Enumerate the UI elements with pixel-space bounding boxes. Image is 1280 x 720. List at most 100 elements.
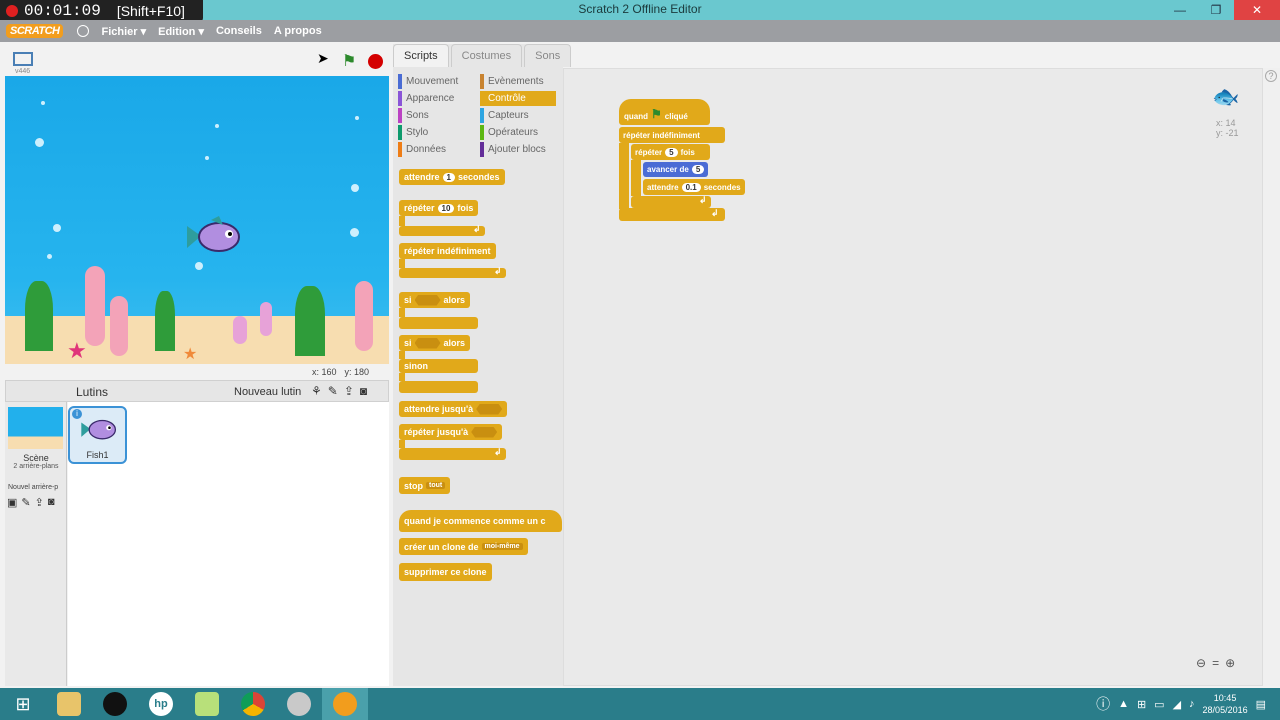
start-button[interactable]: ⊞ [0,688,46,720]
library-backdrop-icon[interactable]: ▣ [7,496,17,509]
hp-icon: hp [149,692,173,716]
fish-sprite[interactable] [185,216,243,256]
script-move[interactable]: avancer de 5 [643,162,709,177]
script-wait[interactable]: attendre 0.1 secondes [643,179,745,195]
taskbar-chrome[interactable] [230,688,276,720]
green-flag-icon: ⚑ [651,107,662,121]
camera-sprite-icon[interactable]: ◙ [360,384,367,398]
paint-sprite-icon[interactable]: ✎ [328,384,338,398]
clock[interactable]: 10:45 28/05/2016 [1203,692,1248,716]
category-apparence[interactable]: Apparence [398,91,474,106]
volume-icon[interactable]: ♪ [1189,698,1195,710]
bubble [351,184,359,192]
category-capteurs[interactable]: Capteurs [480,108,556,123]
zoom-out-icon[interactable]: ⊖ [1196,656,1206,670]
category-controle[interactable]: Contrôle [480,91,556,106]
block-forever[interactable]: répéter indéfiniment [399,243,496,259]
network-icon[interactable]: ⊞ [1137,698,1146,711]
script-forever-mouth [619,143,629,209]
new-sprite-tools: ⚘ ✎ ⇪ ◙ [311,384,367,398]
upload-sprite-icon[interactable]: ⇪ [344,384,354,398]
category-mouvement[interactable]: Mouvement [398,74,474,89]
purple-sponge [260,302,272,336]
script-hat-when-flag[interactable]: quand ⚑ cliqué [619,99,710,125]
help-tray-icon[interactable]: ⓘ [1096,694,1110,714]
upload-backdrop-icon[interactable]: ⇪ [35,496,44,509]
bubble [215,124,219,128]
language-globe-icon[interactable] [77,25,90,37]
block-when-clone-starts[interactable]: quand je commence comme un c [399,510,562,532]
recorder-time: 00:01:09 [24,2,101,20]
notifications-icon[interactable]: ▤ [1256,698,1266,711]
category-evenements[interactable]: Evènements [480,74,556,89]
block-if[interactable]: si alors [399,292,471,308]
tab-scripts[interactable]: Scripts [393,44,449,67]
block-create-clone[interactable]: créer un clone de moi-même [399,538,528,555]
taskbar-media[interactable] [92,688,138,720]
category-donnees[interactable]: Données [398,142,474,157]
minimize-button[interactable]: — [1162,0,1198,20]
stop-button[interactable] [368,54,383,69]
record-icon[interactable] [6,5,18,17]
block-else: sinon [399,359,478,373]
wifi-icon[interactable]: ◢ [1173,698,1181,711]
category-sons[interactable]: Sons [398,108,474,123]
taskbar-folder[interactable] [184,688,230,720]
sprite-card-fish1[interactable]: i Fish1 [68,406,127,464]
block-if-else[interactable]: si alors [399,335,471,351]
sprite-list: i Fish1 [68,402,389,686]
show-hidden-icon[interactable]: ▲ [1118,698,1129,710]
clock-time: 10:45 [1213,693,1237,703]
block-repeat-until-foot [399,448,506,460]
script-repeat[interactable]: répéter 5 fois [631,144,710,160]
taskbar-explorer[interactable] [46,688,92,720]
block-else-mouth [399,373,405,381]
block-wait[interactable]: attendre 1 secondes [399,169,505,185]
restore-button[interactable]: ❐ [1198,0,1234,20]
menu-fichier[interactable]: Fichier ▾ [101,25,146,38]
block-repeat-until-mouth [399,440,405,448]
script-forever[interactable]: répéter indéfiniment [619,127,725,143]
zoom-reset-icon[interactable]: = [1212,656,1219,670]
block-delete-clone[interactable]: supprimer ce clone [399,563,492,581]
taskbar-hp[interactable]: hp [138,688,184,720]
script-repeat-mouth [631,160,641,196]
block-stop[interactable]: stop tout [399,477,451,494]
stage-canvas[interactable]: ★ ★ [5,76,389,364]
scene-backdrop-count: 2 arrière-plans [13,463,59,470]
taskbar-app[interactable] [276,688,322,720]
taskbar-scratch[interactable] [322,688,368,720]
category-stylo[interactable]: Stylo [398,125,474,140]
battery-icon[interactable]: ▭ [1154,698,1164,711]
menu-conseils[interactable]: Conseils [216,25,262,37]
tab-costumes[interactable]: Costumes [450,44,523,67]
category-ajouter-blocs[interactable]: Ajouter blocs [480,142,556,157]
menu-apropos[interactable]: A propos [274,25,322,37]
loop-arrow-icon: ↲ [494,447,502,457]
category-operateurs[interactable]: Opérateurs [480,125,556,140]
block-repeat[interactable]: répéter 10 fois [399,200,479,216]
help-icon[interactable]: ? [1265,70,1277,82]
scene-pane: Scène 2 arrière-plans Nouvel arrière-p ▣… [5,402,67,686]
starfish-icon: ★ [183,346,198,363]
scene-thumbnail[interactable] [8,407,63,449]
paint-backdrop-icon[interactable]: ✎ [21,496,30,509]
windows-taskbar: ⊞ hp ⓘ ▲ ⊞ ▭ ◢ ♪ 10:45 28/05/2016 ▤ [0,688,1280,720]
block-if-foot [399,317,478,329]
block-wait-until[interactable]: attendre jusqu'à [399,401,508,417]
block-repeat-until[interactable]: répéter jusqu'à [399,424,503,440]
tab-sons[interactable]: Sons [524,44,572,67]
scene-label: Scène [23,453,49,463]
camera-backdrop-icon[interactable]: ◙ [48,496,55,509]
scripts-scrollbar[interactable] [1263,68,1280,686]
scripts-area[interactable] [563,68,1263,686]
close-button[interactable]: ✕ [1234,0,1280,20]
menu-edition[interactable]: Edition ▾ [158,25,204,38]
zoom-in-icon[interactable]: ⊕ [1225,656,1235,670]
bubble [35,138,44,147]
fullscreen-icon[interactable] [13,52,33,66]
editor-tabs: Scripts Costumes Sons [393,44,573,67]
green-flag-button[interactable]: ⚑ [342,51,356,71]
library-sprite-icon[interactable]: ⚘ [311,384,322,398]
sprite-x: x: 14 [1216,118,1236,128]
